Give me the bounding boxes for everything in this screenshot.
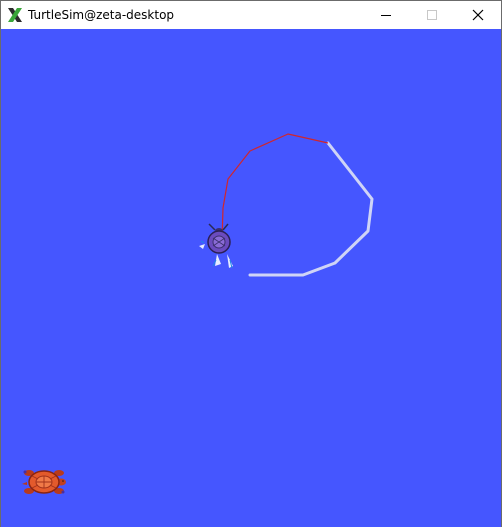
window-title: TurtleSim@zeta-desktop (28, 8, 175, 22)
maximize-button[interactable] (409, 1, 455, 29)
minimize-icon (381, 10, 391, 20)
turtlesim-window: TurtleSim@zeta-desktop (0, 0, 502, 527)
x-logo-icon (7, 7, 23, 23)
red-trail (221, 133, 329, 242)
scene-svg (22, 133, 374, 494)
maximize-icon (427, 10, 437, 20)
close-icon (472, 9, 484, 21)
turtle-orange-icon (22, 470, 66, 494)
turtle-purple-icon (199, 223, 233, 269)
title-bar[interactable]: TurtleSim@zeta-desktop (1, 1, 501, 29)
minimize-button[interactable] (363, 1, 409, 29)
turtlesim-canvas[interactable] (1, 29, 501, 527)
close-button[interactable] (455, 1, 501, 29)
light-trail (248, 141, 374, 277)
